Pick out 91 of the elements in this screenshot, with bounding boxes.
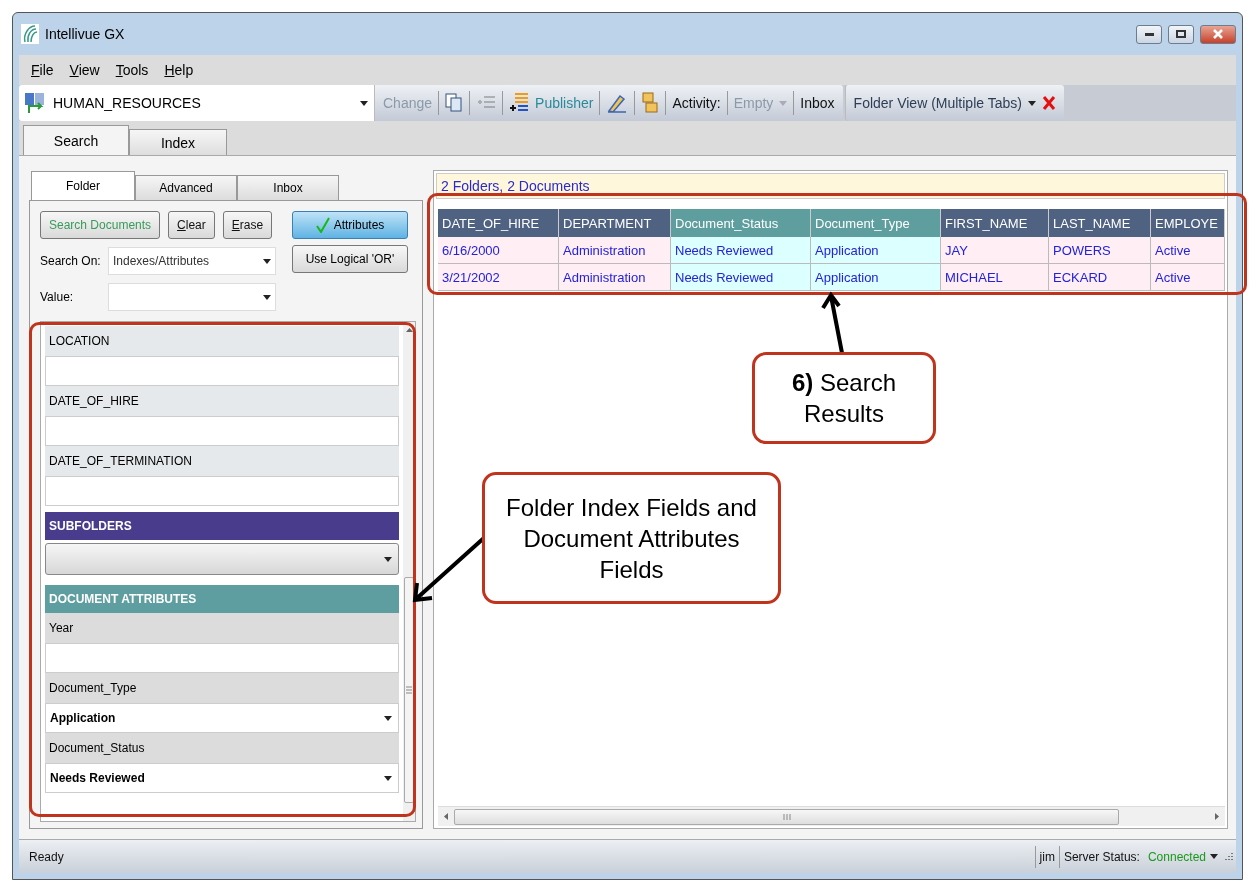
column-header[interactable]: DATE_OF_HIRE xyxy=(438,209,559,237)
input-field[interactable] xyxy=(45,416,399,446)
input-field[interactable] xyxy=(45,476,399,506)
caret-icon xyxy=(384,775,392,781)
field-label: Value: xyxy=(40,290,75,304)
column-header[interactable]: EMPLOYE xyxy=(1151,209,1225,237)
tab[interactable]: Advanced xyxy=(135,175,237,200)
field-label: Year xyxy=(45,613,399,643)
column-header[interactable]: FIRST_NAME xyxy=(941,209,1049,237)
caret-icon xyxy=(384,556,392,562)
action-button[interactable]: Clear xyxy=(168,211,215,239)
table-cell: 3/21/2002 xyxy=(438,264,559,291)
section-header: DOCUMENT ATTRIBUTES xyxy=(45,585,399,613)
cabinet-icon xyxy=(23,91,47,115)
menu-item[interactable]: Tools xyxy=(115,62,149,78)
table-cell: Application xyxy=(811,264,941,291)
menu-item[interactable]: View xyxy=(69,62,100,78)
field-label: DATE_OF_TERMINATION xyxy=(45,446,399,476)
table-cell: Active xyxy=(1151,237,1225,264)
close-icon xyxy=(1213,29,1223,39)
table-cell: Administration xyxy=(559,264,671,291)
toggle-button[interactable]: Attributes xyxy=(292,211,408,239)
copy-icon[interactable] xyxy=(445,93,464,113)
grip-icon xyxy=(782,813,791,820)
caret-icon xyxy=(360,100,368,106)
subfolder-dropdown[interactable] xyxy=(45,543,399,575)
status-message: Ready xyxy=(28,849,65,864)
caret-icon xyxy=(779,100,788,106)
menu-item[interactable]: Help xyxy=(164,62,194,78)
field-label: LOCATION xyxy=(45,326,399,356)
logo-icon xyxy=(21,24,39,44)
server-status: Connected xyxy=(1146,849,1207,864)
menu-item[interactable]: File xyxy=(31,62,54,78)
user-name: jim xyxy=(1038,849,1056,864)
toggle-button[interactable]: Use Logical 'OR' xyxy=(292,245,408,273)
cabinet-dropdown[interactable]: HUMAN_RESOURCES xyxy=(19,85,374,121)
attribute-dropdown[interactable]: Application xyxy=(45,703,399,733)
section-header: SUBFOLDERS xyxy=(45,512,399,540)
search-on-dropdown[interactable]: Indexes/Attributes xyxy=(108,247,276,275)
toolbar-button[interactable]: Inbox xyxy=(800,95,835,111)
table-cell: Needs Reviewed xyxy=(671,264,811,291)
field-label: Document_Type xyxy=(45,673,399,703)
close-button[interactable] xyxy=(1200,24,1236,44)
view-dropdown[interactable]: Folder View (Multiple Tabs) xyxy=(853,95,1022,111)
caret-icon xyxy=(263,294,271,300)
table-cell: JAY xyxy=(941,237,1049,264)
caret-icon xyxy=(1210,854,1218,859)
pen-icon[interactable] xyxy=(606,92,629,114)
window-title: Intellivue GX xyxy=(45,26,126,42)
close-icon[interactable] xyxy=(1041,95,1056,111)
input-field[interactable] xyxy=(45,643,399,673)
column-header[interactable]: LAST_NAME xyxy=(1049,209,1151,237)
table-cell: ECKARD xyxy=(1049,264,1151,291)
action-button[interactable]: Erase xyxy=(222,211,273,239)
caret-icon xyxy=(384,715,392,721)
tab[interactable]: Index xyxy=(129,129,227,155)
field-label: Search On: xyxy=(40,254,102,268)
table-cell: 6/16/2000 xyxy=(438,237,559,264)
tab[interactable]: Folder xyxy=(31,171,135,200)
server-status-label: Server Status: xyxy=(1062,849,1141,864)
table-cell: Administration xyxy=(559,237,671,264)
minimize-button[interactable] xyxy=(1136,24,1162,44)
callout: 6) Search Results xyxy=(752,352,936,444)
input-field[interactable] xyxy=(45,356,399,386)
column-header[interactable]: DEPARTMENT xyxy=(559,209,671,237)
scroll-left-icon[interactable] xyxy=(444,813,448,820)
scroll-up-icon[interactable] xyxy=(405,328,413,332)
maximize-icon xyxy=(1176,30,1186,38)
tab[interactable]: Inbox xyxy=(237,175,339,200)
maximize-button[interactable] xyxy=(1168,24,1194,44)
checkmark-icon xyxy=(315,217,330,233)
callout: Folder Index Fields and Document Attributes Fields xyxy=(482,472,781,604)
table-cell: POWERS xyxy=(1049,237,1151,264)
list-icon[interactable] xyxy=(509,92,530,114)
folder-icon[interactable] xyxy=(641,92,660,114)
tab[interactable]: Search xyxy=(23,125,129,155)
table-cell: MICHAEL xyxy=(941,264,1049,291)
scroll-right-icon[interactable] xyxy=(1215,813,1219,820)
activity-label: Activity: xyxy=(672,95,721,111)
field-label: Document_Status xyxy=(45,733,399,763)
caret-icon xyxy=(1027,100,1036,106)
table-cell: Application xyxy=(811,237,941,264)
attribute-dropdown[interactable]: Needs Reviewed xyxy=(45,763,399,793)
table-cell: Active xyxy=(1151,264,1225,291)
minimize-icon xyxy=(1144,32,1154,36)
resize-grip-icon xyxy=(1222,850,1234,863)
table-cell: Needs Reviewed xyxy=(671,237,811,264)
caret-icon xyxy=(263,258,271,264)
scrollbar[interactable] xyxy=(438,806,1225,826)
grip-icon xyxy=(406,686,412,694)
field-label: DATE_OF_HIRE xyxy=(45,386,399,416)
